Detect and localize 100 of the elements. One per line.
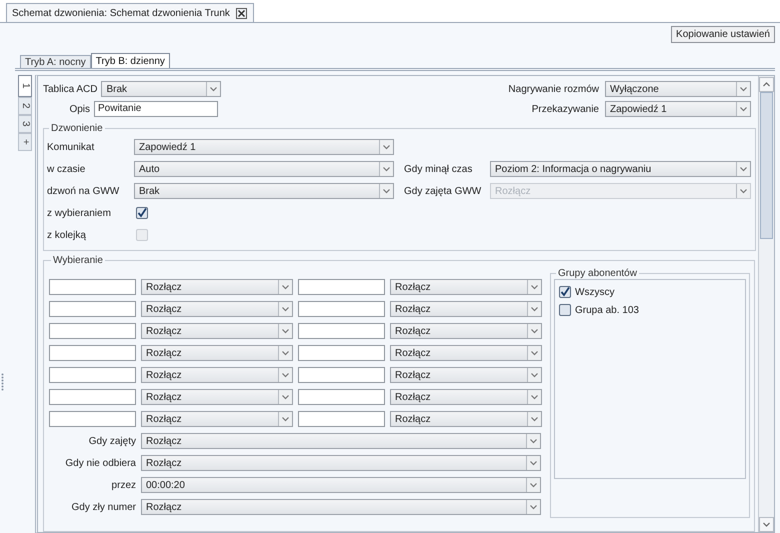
dropdown[interactable]: Rozłącz [141,389,293,405]
dropdown[interactable]: Rozłącz [141,323,293,339]
caret-icon [736,82,750,96]
dropdown[interactable]: Wyłączone [605,81,751,97]
caret-icon [278,346,292,360]
dropdown[interactable]: Rozłącz [390,301,542,317]
field-label: Gdy nie odbiera [64,458,136,468]
dropdown[interactable]: Rozłącz [141,455,541,471]
caret-icon [278,412,292,426]
digit-field[interactable] [49,367,136,383]
digit-field[interactable] [298,301,385,317]
field-label: Nagrywanie rozmów [508,84,599,94]
copy-settings-button[interactable]: Kopiowanie ustawień [671,26,775,43]
dropdown[interactable]: Rozłącz [390,345,542,361]
field-label: Komunikat [47,142,96,152]
digit-field[interactable] [298,411,385,427]
field-label: Przekazywanie [532,104,599,114]
dropdown[interactable]: Brak [101,81,222,97]
field-label: przez [110,480,136,490]
dropdown[interactable]: Rozłącz [141,433,541,449]
scroll-down-icon[interactable] [759,517,774,532]
scrollbar[interactable] [758,76,774,532]
field-label: Gdy zajęty [88,436,136,446]
digit-field[interactable] [49,323,136,339]
mode-tab[interactable]: Tryb B: dzienny [90,53,170,68]
dropdown[interactable]: Rozłącz [141,279,293,295]
dropdown[interactable]: Rozłącz [390,323,542,339]
field-label: z wybieraniem [47,208,112,218]
field-label: Gdy minął czas [404,164,474,174]
dropdown[interactable]: Rozłącz [141,301,293,317]
group-title: Dzwonienie [50,123,104,134]
caret-icon [527,280,541,294]
side-tab[interactable]: + [18,133,32,151]
group-label: Wszyscy [575,286,614,298]
document-tab[interactable]: Schemat dzwonienia: Schemat dzwonienia Trunk [6,3,254,22]
dropdown[interactable]: Poziom 2: Informacja o nagrywaniu [490,161,751,177]
digit-field[interactable] [49,389,136,405]
dropdown[interactable]: Rozłącz [390,279,542,295]
field-label: w czasie [47,164,86,174]
caret-icon [278,324,292,338]
field-label: Opis [68,104,90,114]
side-tab[interactable]: 2 [18,97,32,115]
caret-icon [526,500,540,514]
group-label: Grupa ab. 103 [575,304,639,316]
caret-icon [379,184,393,198]
group-title: Grupy abonentów [557,268,638,279]
side-tab[interactable]: 1 [18,75,32,97]
caret-icon [278,368,292,382]
document-tab-title: Schemat dzwonienia: Schemat dzwonienia Trunk [12,8,230,18]
text-field[interactable]: Powitanie [94,101,218,117]
field-label: Gdy zajęta GWW [404,186,482,196]
checkbox[interactable] [559,304,571,316]
caret-icon [526,456,540,470]
dropdown[interactable]: Zapowiedź 1 [605,101,751,117]
checkbox[interactable] [136,207,148,219]
caret-icon [278,280,292,294]
caret-icon [527,412,541,426]
caret-icon [278,302,292,316]
digit-field[interactable] [49,345,136,361]
dropdown[interactable]: Zapowiedź 1 [134,139,394,155]
caret-icon [527,390,541,404]
field-label: dzwoń na GWW [47,186,120,196]
close-icon[interactable] [236,8,247,18]
caret-icon [527,302,541,316]
dropdown[interactable]: Rozłącz [141,499,541,515]
splitter-grip-icon[interactable] [1,373,4,391]
caret-icon [736,162,750,176]
dropdown[interactable]: Rozłącz [141,345,293,361]
caret-icon [526,478,540,492]
digit-field[interactable] [298,323,385,339]
scrollbar-thumb[interactable] [760,92,773,239]
caret-icon [379,140,393,154]
dropdown[interactable]: Rozłącz [141,367,293,383]
field-label: z kolejką [47,230,87,240]
digit-field[interactable] [49,411,136,427]
dropdown[interactable]: Auto [134,161,394,177]
digit-field[interactable] [298,367,385,383]
dropdown[interactable]: Rozłącz [141,411,293,427]
digit-field[interactable] [298,389,385,405]
mode-tab[interactable]: Tryb A: nocny [20,55,91,68]
checkbox[interactable] [559,286,571,298]
group-title: Wybieranie [52,255,104,266]
dropdown[interactable]: Brak [134,183,394,199]
caret-icon [527,346,541,360]
dropdown[interactable]: Rozłącz [390,367,542,383]
dropdown[interactable]: 00:00:20 [141,477,541,493]
field-label: Gdy zły numer [70,502,136,512]
dropdown[interactable]: Rozłącz [390,389,542,405]
caret-icon [379,162,393,176]
digit-field[interactable] [298,279,385,295]
caret-icon [736,102,750,116]
digit-field[interactable] [298,345,385,361]
dropdown[interactable]: Rozłącz [390,411,542,427]
caret-icon [736,184,750,198]
caret-icon [527,324,541,338]
side-tab[interactable]: 3 [18,115,32,133]
digit-field[interactable] [49,279,136,295]
scroll-up-icon[interactable] [759,77,774,92]
caret-icon [527,368,541,382]
digit-field[interactable] [49,301,136,317]
